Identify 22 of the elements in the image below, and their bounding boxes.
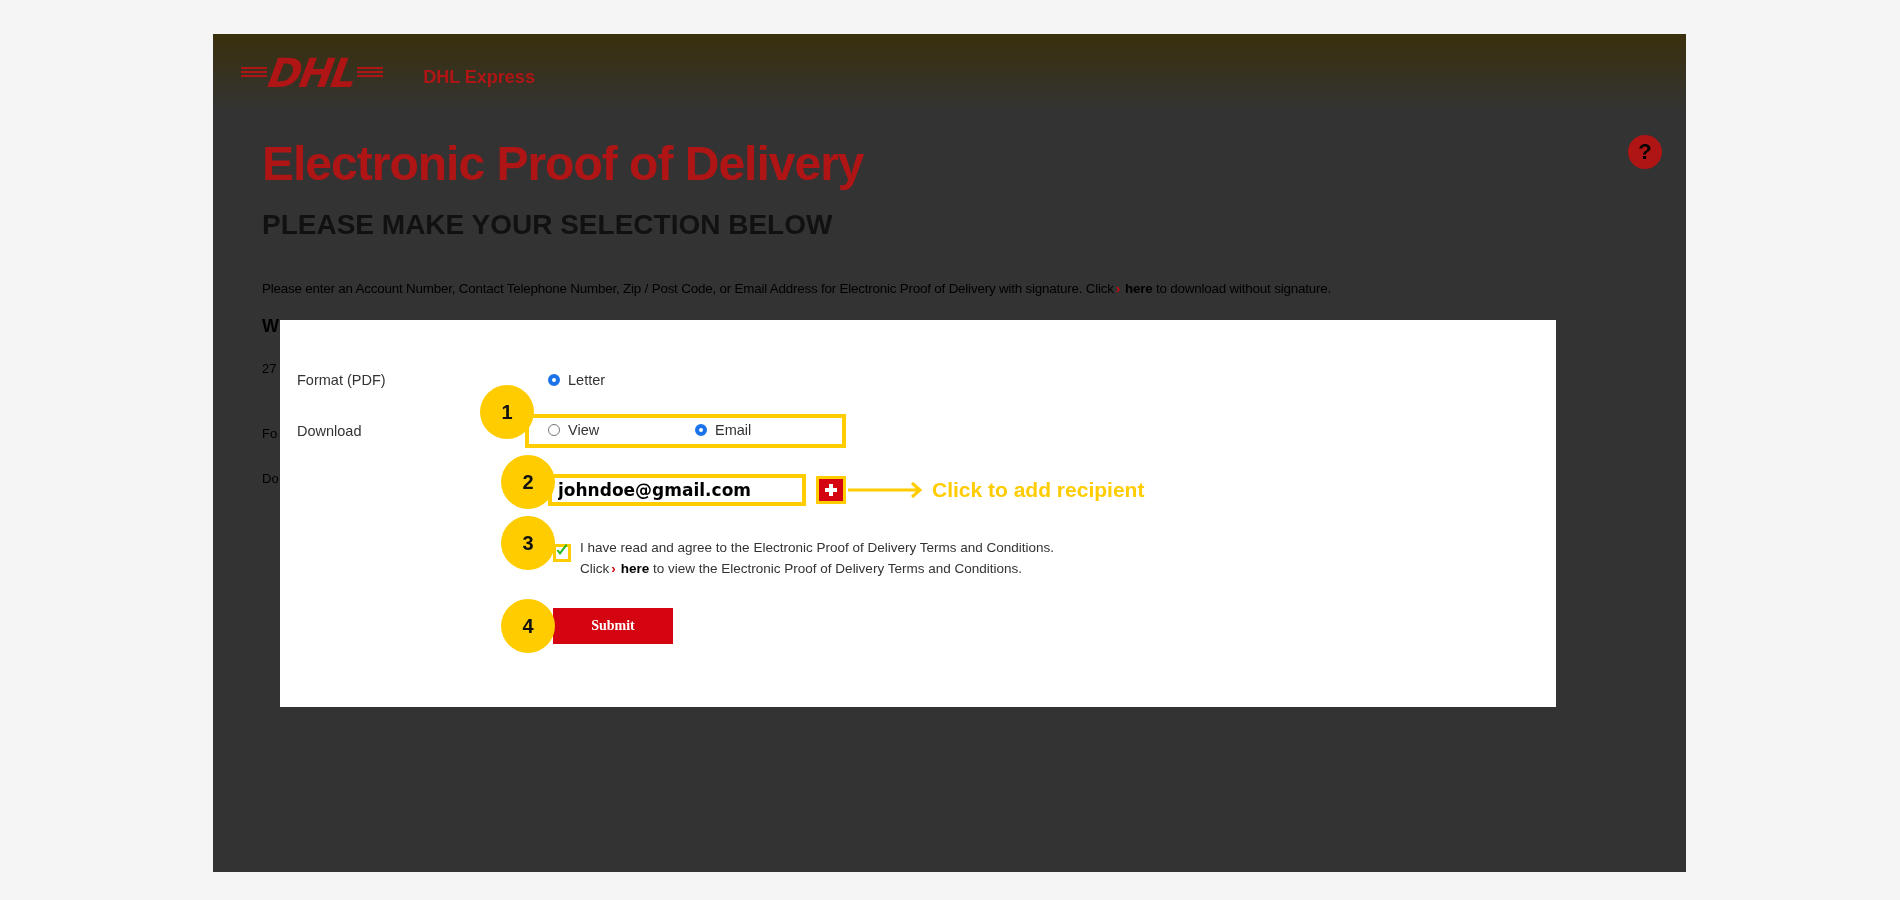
chevron-icon: › [1115,281,1121,296]
step-marker: 3 [501,516,555,570]
field-label: Format (PDF) [297,372,387,388]
plus-icon [823,482,839,498]
step-marker: 4 [501,599,555,653]
step-marker: 2 [501,455,555,509]
callout-text: Click to add recipient [932,478,1145,502]
chevron-icon: › [611,561,616,576]
step-marker: 1 [480,385,534,439]
submit-button[interactable]: Submit [553,608,673,644]
radio-option[interactable]: Letter [548,372,708,388]
here-link[interactable]: here [620,561,650,576]
page-title: Electronic Proof of Delivery [262,136,864,191]
add-button[interactable] [816,476,846,504]
field-label: Download [297,423,363,439]
brand-name: DHL Express [423,66,535,88]
arrow-icon [848,480,924,500]
radio-option[interactable]: Email [695,422,842,438]
terms-text: I have read and agree to the Electronic Proof of Delivery Terms and Conditions. [580,540,1054,555]
email-field[interactable]: johndoe@gmail.com [548,474,806,506]
terms-link-text: Click› here to view the Electronic Proof of Delivery Terms and Conditions. [580,561,1023,576]
radio-option[interactable]: View [548,422,695,438]
